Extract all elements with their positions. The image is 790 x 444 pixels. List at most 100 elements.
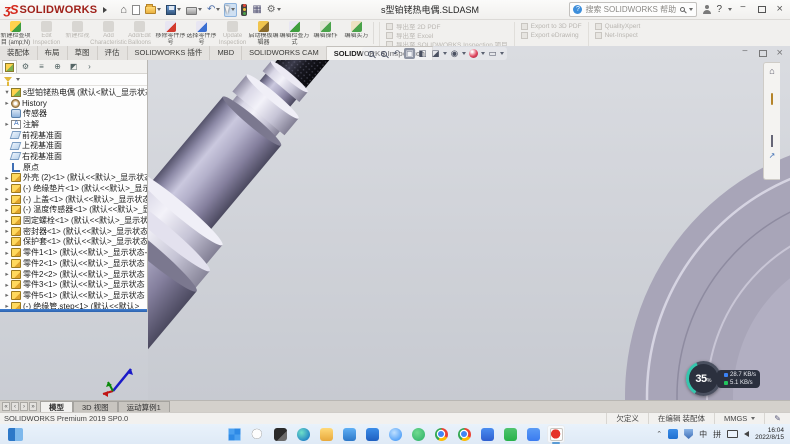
select-balloons-button[interactable]: 选择零件序号: [186, 20, 217, 46]
selection-filter-button[interactable]: [240, 3, 248, 17]
tree-item-history[interactable]: ▸ History: [0, 98, 147, 109]
mail-icon[interactable]: [340, 425, 358, 443]
zoom-to-fit-button[interactable]: [365, 48, 376, 59]
dropdown-arrow-icon[interactable]: [177, 8, 181, 11]
units-dropdown-arrow-icon[interactable]: [751, 417, 755, 420]
model-tab-3dviews[interactable]: 3D 视图: [73, 401, 118, 412]
new-view-button[interactable]: 新建检视: [62, 20, 93, 46]
tree-item-sensors[interactable]: 传感器: [0, 108, 147, 119]
browser-360-icon[interactable]: [432, 425, 450, 443]
dropdown-arrow-icon[interactable]: [277, 8, 281, 11]
menu-expand-arrow-icon[interactable]: [103, 7, 107, 13]
network-speed-overlay[interactable]: 35 % 28.7 KB/s 5.1 KB/s: [686, 361, 760, 396]
volume-icon[interactable]: [744, 431, 749, 437]
tags-button[interactable]: ✎: [764, 413, 790, 424]
tree-root-assembly[interactable]: ▾ s型铂铑热电偶 (默认<默认_显示状态-1: [0, 87, 147, 98]
tree-item-temp-sensor[interactable]: ▸ (-) 温度传感器<1> (默认<<默认>_显: [0, 205, 147, 216]
design-library-icon[interactable]: [767, 94, 778, 105]
edit-inspection-project-button[interactable]: Edit Inspection Project: [31, 20, 62, 46]
tree-item-top-plane[interactable]: 上视基准面: [0, 140, 147, 151]
expand-caret[interactable]: ▸: [3, 99, 11, 107]
dropdown-arrow-icon[interactable]: [462, 52, 466, 55]
dimxpertmanager-tab[interactable]: ⊕: [50, 60, 65, 73]
home-tab-icon[interactable]: ⌂: [767, 66, 778, 77]
expand-caret[interactable]: ▸: [3, 259, 11, 267]
tab-mbd[interactable]: MBD: [210, 46, 242, 60]
print-button[interactable]: [185, 3, 203, 17]
wps-icon[interactable]: [524, 425, 542, 443]
new-inspection-project-button[interactable]: 新建检查项目 (amp;N): [0, 20, 31, 46]
help-menu[interactable]: ?: [716, 4, 722, 15]
tab-cam[interactable]: SOLIDWORKS CAM: [242, 46, 327, 60]
tree-filter-row[interactable]: [0, 74, 147, 86]
edge-icon[interactable]: [294, 425, 312, 443]
expand-caret[interactable]: ▸: [3, 249, 11, 257]
tree-item-part2-1[interactable]: ▸ 零件2<1> (默认<<默认>_显示状态: [0, 258, 147, 269]
weather-app-icon[interactable]: [386, 425, 404, 443]
propertymanager-tab[interactable]: ⚙: [18, 60, 33, 73]
document-restore-button[interactable]: [756, 48, 767, 58]
previous-view-button[interactable]: ↶: [391, 48, 402, 59]
appearances-scenes-icon[interactable]: [767, 122, 778, 133]
model-tab-motion-study[interactable]: 运动算例1: [118, 401, 170, 412]
tree-item-fixing-bolt[interactable]: ▸ 固定螺栓<1> (默认<<默认>_显示状: [0, 215, 147, 226]
tree-item-shell[interactable]: ▸ 外壳 (2)<1> (默认<<默认>_显示状态: [0, 173, 147, 184]
expand-caret[interactable]: ▸: [3, 238, 11, 246]
edit-appearance-button[interactable]: [468, 48, 479, 59]
filter-dropdown-arrow-icon[interactable]: [16, 78, 20, 81]
add-characteristic-button[interactable]: Add Characteristic: [93, 20, 124, 46]
help-search-input[interactable]: ? 搜索 SOLIDWORKS 帮助: [569, 2, 697, 17]
ime-language-indicator[interactable]: 中: [699, 429, 707, 440]
file-explorer-pane-icon[interactable]: [767, 108, 778, 119]
tree-item-top-cover[interactable]: ▸ (-) 上盖<1> (默认<<默认>_显示状态: [0, 194, 147, 205]
dropdown-arrow-icon[interactable]: [216, 8, 220, 11]
edit-inspection-methods-button[interactable]: 编辑检查方式: [279, 20, 310, 46]
expand-caret[interactable]: ▸: [3, 195, 11, 203]
export-3d-pdf-item[interactable]: Export to 3D PDF: [521, 22, 582, 30]
tree-item-insulation-step[interactable]: ▸ (-) 绝缘管.step<1> (默认<<默认>_: [0, 301, 147, 309]
chrome-icon[interactable]: [455, 425, 473, 443]
search-button[interactable]: [248, 425, 266, 443]
dropdown-arrow-icon[interactable]: [443, 52, 447, 55]
export-2d-pdf-item[interactable]: 导出至 2D PDF: [386, 22, 508, 30]
search-dropdown-arrow-icon[interactable]: [689, 8, 693, 11]
tab-sketch[interactable]: 草图: [68, 46, 98, 60]
3d-content-central-icon[interactable]: [767, 80, 778, 91]
clock[interactable]: 16:04 2022/8/15: [755, 427, 784, 442]
viewport-lower-left[interactable]: [0, 312, 148, 400]
start-button[interactable]: [225, 425, 243, 443]
update-inspection-project-button[interactable]: Update Inspection Project: [217, 20, 248, 46]
solidworks-app-icon[interactable]: [547, 425, 565, 443]
expand-caret[interactable]: ▾: [3, 88, 11, 96]
tree-item-part2-2[interactable]: ▸ 零件2<2> (默认<<默认>_显示状态: [0, 269, 147, 280]
expand-caret[interactable]: ▸: [3, 174, 11, 182]
tray-app-icon[interactable]: [668, 429, 678, 439]
expand-caret[interactable]: ▸: [3, 270, 11, 278]
document-minimize-button[interactable]: [739, 48, 750, 58]
dropdown-arrow-icon[interactable]: [231, 8, 235, 11]
undo-button[interactable]: ↶: [206, 3, 221, 17]
expand-caret[interactable]: ▸: [3, 281, 11, 289]
home-button[interactable]: ⌂: [119, 3, 128, 17]
tree-item-protective-sleeve[interactable]: ▸ 保护套<1> (默认<<默认>_显示状态: [0, 237, 147, 248]
custom-properties-icon[interactable]: [767, 136, 778, 147]
tab-assembly[interactable]: 装配体: [0, 46, 38, 60]
open-button[interactable]: [144, 3, 162, 17]
widgets-button[interactable]: [8, 428, 23, 441]
options-button[interactable]: ⚙: [266, 3, 282, 17]
expand-caret[interactable]: ▸: [3, 302, 11, 309]
expand-caret[interactable]: ▸: [3, 291, 11, 299]
view-settings-button[interactable]: ▭: [487, 48, 498, 59]
dropdown-arrow-icon[interactable]: [481, 52, 485, 55]
tree-item-front-plane[interactable]: 前视基准面: [0, 130, 147, 141]
search-icon[interactable]: [680, 7, 685, 12]
task-view-button[interactable]: [271, 425, 289, 443]
tree-item-right-plane[interactable]: 右视基准面: [0, 151, 147, 162]
featuremanager-tree-tab[interactable]: [2, 60, 17, 73]
dictionary-app-icon[interactable]: [478, 425, 496, 443]
displaymanager-tab[interactable]: ◩: [66, 60, 81, 73]
security-shield-icon[interactable]: [684, 429, 693, 439]
tab-layout[interactable]: 布局: [38, 46, 68, 60]
remove-balloons-button[interactable]: 移除零件序号: [155, 20, 186, 46]
forum-share-icon[interactable]: ↗: [767, 150, 778, 161]
